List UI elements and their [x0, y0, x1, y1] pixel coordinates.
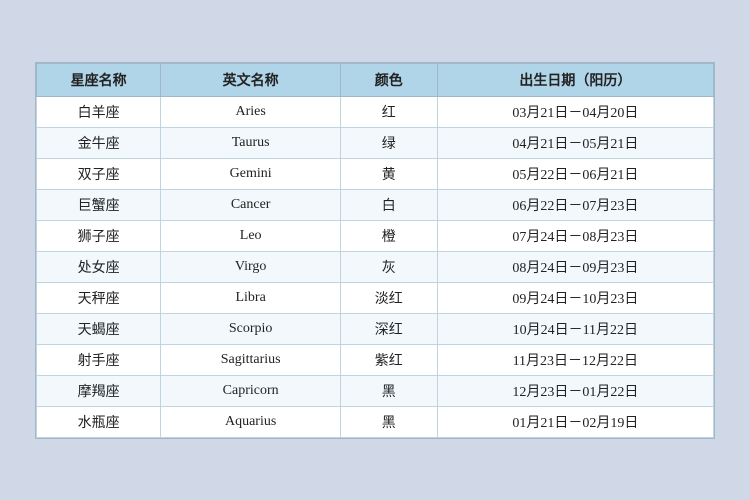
table-row: 射手座Sagittarius紫红11月23日－12月22日 — [37, 344, 714, 375]
cell-en: Aries — [161, 96, 341, 127]
cell-date: 04月21日－05月21日 — [437, 127, 713, 158]
table-row: 金牛座Taurus绿04月21日－05月21日 — [37, 127, 714, 158]
cell-en: Scorpio — [161, 313, 341, 344]
cell-cn: 狮子座 — [37, 220, 161, 251]
cell-color: 黑 — [340, 406, 437, 437]
table-row: 巨蟹座Cancer白06月22日－07月23日 — [37, 189, 714, 220]
cell-color: 灰 — [340, 251, 437, 282]
header-cn: 星座名称 — [37, 63, 161, 96]
zodiac-table-container: 星座名称 英文名称 颜色 出生日期（阳历） 白羊座Aries红03月21日－04… — [35, 62, 715, 439]
cell-color: 深红 — [340, 313, 437, 344]
cell-cn: 摩羯座 — [37, 375, 161, 406]
cell-date: 09月24日－10月23日 — [437, 282, 713, 313]
cell-color: 绿 — [340, 127, 437, 158]
cell-en: Taurus — [161, 127, 341, 158]
header-date: 出生日期（阳历） — [437, 63, 713, 96]
table-row: 双子座Gemini黄05月22日－06月21日 — [37, 158, 714, 189]
cell-cn: 白羊座 — [37, 96, 161, 127]
cell-cn: 双子座 — [37, 158, 161, 189]
table-header-row: 星座名称 英文名称 颜色 出生日期（阳历） — [37, 63, 714, 96]
cell-en: Virgo — [161, 251, 341, 282]
cell-cn: 巨蟹座 — [37, 189, 161, 220]
cell-date: 12月23日－01月22日 — [437, 375, 713, 406]
cell-date: 10月24日－11月22日 — [437, 313, 713, 344]
cell-en: Aquarius — [161, 406, 341, 437]
cell-cn: 水瓶座 — [37, 406, 161, 437]
cell-cn: 金牛座 — [37, 127, 161, 158]
cell-cn: 天蝎座 — [37, 313, 161, 344]
header-en: 英文名称 — [161, 63, 341, 96]
table-row: 水瓶座Aquarius黑01月21日－02月19日 — [37, 406, 714, 437]
table-row: 天秤座Libra淡红09月24日－10月23日 — [37, 282, 714, 313]
cell-date: 07月24日－08月23日 — [437, 220, 713, 251]
cell-color: 紫红 — [340, 344, 437, 375]
cell-color: 黑 — [340, 375, 437, 406]
cell-date: 11月23日－12月22日 — [437, 344, 713, 375]
table-row: 白羊座Aries红03月21日－04月20日 — [37, 96, 714, 127]
cell-date: 08月24日－09月23日 — [437, 251, 713, 282]
cell-color: 黄 — [340, 158, 437, 189]
cell-en: Capricorn — [161, 375, 341, 406]
table-row: 摩羯座Capricorn黑12月23日－01月22日 — [37, 375, 714, 406]
cell-color: 橙 — [340, 220, 437, 251]
table-row: 天蝎座Scorpio深红10月24日－11月22日 — [37, 313, 714, 344]
zodiac-table: 星座名称 英文名称 颜色 出生日期（阳历） 白羊座Aries红03月21日－04… — [36, 63, 714, 438]
cell-date: 03月21日－04月20日 — [437, 96, 713, 127]
cell-en: Leo — [161, 220, 341, 251]
cell-date: 06月22日－07月23日 — [437, 189, 713, 220]
cell-en: Cancer — [161, 189, 341, 220]
cell-date: 01月21日－02月19日 — [437, 406, 713, 437]
cell-cn: 天秤座 — [37, 282, 161, 313]
cell-en: Libra — [161, 282, 341, 313]
cell-en: Gemini — [161, 158, 341, 189]
cell-color: 白 — [340, 189, 437, 220]
cell-color: 淡红 — [340, 282, 437, 313]
table-row: 处女座Virgo灰08月24日－09月23日 — [37, 251, 714, 282]
cell-cn: 处女座 — [37, 251, 161, 282]
cell-cn: 射手座 — [37, 344, 161, 375]
header-color: 颜色 — [340, 63, 437, 96]
cell-date: 05月22日－06月21日 — [437, 158, 713, 189]
cell-color: 红 — [340, 96, 437, 127]
table-row: 狮子座Leo橙07月24日－08月23日 — [37, 220, 714, 251]
cell-en: Sagittarius — [161, 344, 341, 375]
